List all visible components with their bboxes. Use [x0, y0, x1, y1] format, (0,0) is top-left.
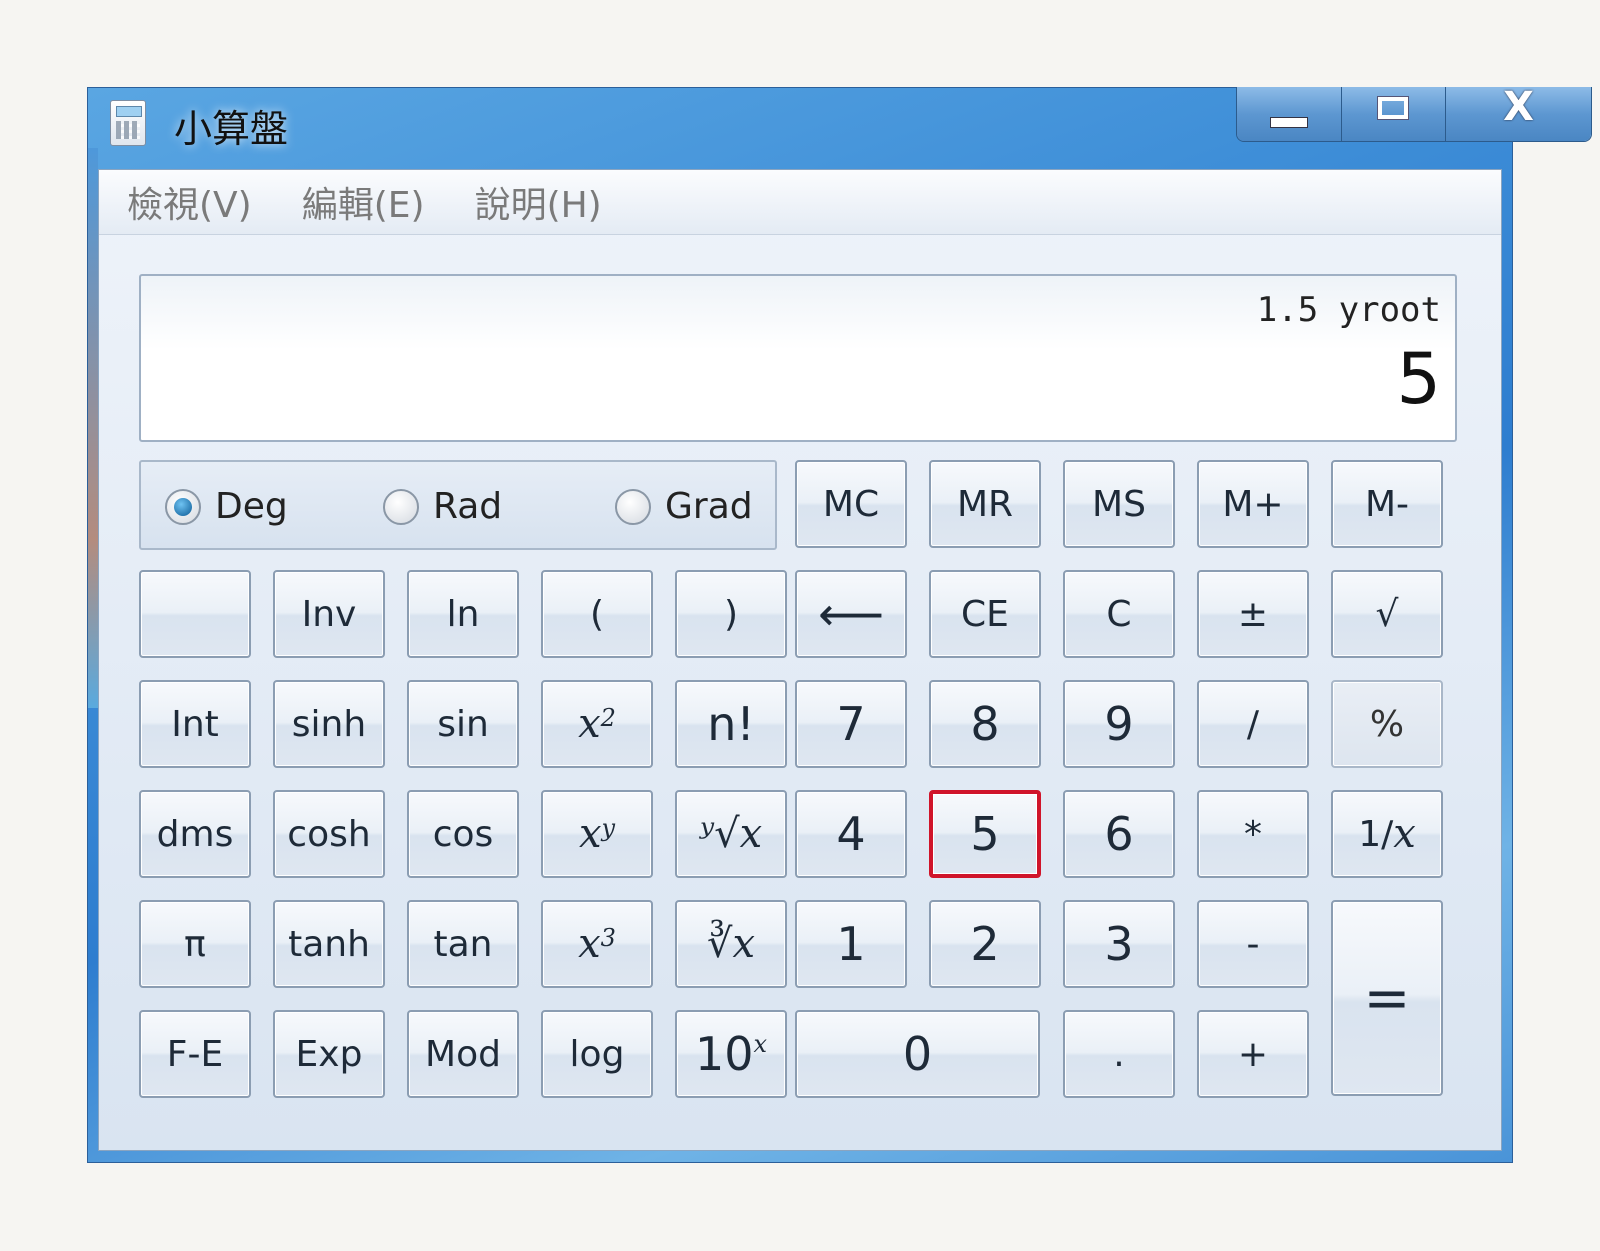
expression-display: 1.5 yroot — [1256, 290, 1441, 330]
mr-button[interactable]: MR — [929, 460, 1041, 548]
sin-button[interactable]: sin — [407, 680, 519, 768]
subtract-button[interactable]: - — [1197, 900, 1309, 988]
ln-button[interactable]: ln — [407, 570, 519, 658]
radio-grad-label: Grad — [665, 486, 753, 527]
radio-grad[interactable]: Grad — [615, 486, 753, 527]
calculator-icon — [110, 100, 146, 146]
exponent-2: 2 — [600, 704, 616, 732]
dms-button[interactable]: dms — [139, 790, 251, 878]
radio-empty-icon — [383, 488, 419, 525]
pi-button[interactable]: π — [139, 900, 251, 988]
decimal-button[interactable]: . — [1063, 1010, 1175, 1098]
reciprocal-button[interactable]: 1/x — [1331, 790, 1443, 878]
digit-6-button[interactable]: 6 — [1063, 790, 1175, 878]
radio-deg[interactable]: Deg — [165, 486, 288, 527]
sinh-button[interactable]: sinh — [273, 680, 385, 768]
menu-help[interactable]: 說明(H) — [475, 176, 602, 228]
m-plus-button[interactable]: M+ — [1197, 460, 1309, 548]
cosh-button[interactable]: cosh — [273, 790, 385, 878]
tanh-button[interactable]: tanh — [273, 900, 385, 988]
menu-bar: 檢視(V) 編輯(E) 說明(H) — [99, 170, 1501, 235]
client-area: 檢視(V) 編輯(E) 說明(H) 1.5 yroot 5 Deg Rad Gr… — [98, 169, 1502, 1151]
percent-button[interactable]: % — [1331, 680, 1443, 768]
close-icon: X — [1503, 87, 1534, 130]
add-button[interactable]: + — [1197, 1010, 1309, 1098]
open-paren-button[interactable]: ( — [541, 570, 653, 658]
digit-0-button[interactable]: 0 — [795, 1010, 1040, 1098]
ce-button[interactable]: CE — [929, 570, 1041, 658]
ms-button[interactable]: MS — [1063, 460, 1175, 548]
plus-minus-button[interactable]: ± — [1197, 570, 1309, 658]
mc-button[interactable]: MC — [795, 460, 907, 548]
x-symbol: x — [732, 921, 756, 967]
sqrt-button[interactable]: √ — [1331, 570, 1443, 658]
maximize-icon — [1377, 96, 1410, 120]
ten-power-x-button[interactable]: 10 x — [675, 1010, 787, 1098]
digit-8-button[interactable]: 8 — [929, 680, 1041, 768]
blank-button[interactable] — [139, 570, 251, 658]
c-button[interactable]: C — [1063, 570, 1175, 658]
exp-button[interactable]: Exp — [273, 1010, 385, 1098]
backspace-button[interactable]: ⟵ — [795, 570, 907, 658]
exponent-y: y — [601, 814, 616, 842]
exponent-x: x — [753, 1030, 768, 1058]
digit-1-button[interactable]: 1 — [795, 900, 907, 988]
digit-3-button[interactable]: 3 — [1063, 900, 1175, 988]
ten-symbol: 10 — [694, 1027, 754, 1081]
close-paren-button[interactable]: ) — [675, 570, 787, 658]
cos-button[interactable]: cos — [407, 790, 519, 878]
minimize-icon — [1269, 116, 1308, 128]
tan-button[interactable]: tan — [407, 900, 519, 988]
maximize-button[interactable] — [1341, 87, 1447, 141]
x-symbol: x — [578, 921, 601, 967]
y-root-x-button[interactable]: ʸ√ x — [675, 790, 787, 878]
digit-5-button[interactable]: 5 — [929, 790, 1041, 878]
radio-empty-icon — [615, 488, 651, 525]
mod-button[interactable]: Mod — [407, 1010, 519, 1098]
x-squared-button[interactable]: x2 — [541, 680, 653, 768]
digit-7-button[interactable]: 7 — [795, 680, 907, 768]
window-title: 小算盤 — [174, 107, 289, 151]
one-over-symbol: 1/ — [1358, 813, 1394, 855]
x-symbol: x — [578, 701, 601, 747]
factorial-button[interactable]: n! — [675, 680, 787, 768]
radio-rad-label: Rad — [433, 486, 503, 527]
x-symbol: x — [1393, 811, 1416, 857]
exponent-3: 3 — [600, 924, 616, 952]
cube-root-symbol: ∛ — [706, 921, 733, 967]
x-symbol: x — [739, 811, 763, 857]
value-display: 5 — [1396, 338, 1441, 420]
menu-view[interactable]: 檢視(V) — [127, 176, 252, 228]
log-button[interactable]: log — [541, 1010, 653, 1098]
menu-edit[interactable]: 編輯(E) — [302, 176, 425, 228]
cube-root-button[interactable]: ∛ x — [675, 900, 787, 988]
equals-button[interactable]: = — [1331, 900, 1443, 1096]
radio-deg-label: Deg — [215, 486, 288, 527]
m-minus-button[interactable]: M- — [1331, 460, 1443, 548]
digit-4-button[interactable]: 4 — [795, 790, 907, 878]
backspace-arrow-icon: ⟵ — [818, 587, 884, 641]
radio-rad[interactable]: Rad — [383, 486, 502, 527]
digit-9-button[interactable]: 9 — [1063, 680, 1175, 768]
close-button[interactable]: X — [1446, 87, 1591, 141]
caption-buttons: X — [1236, 87, 1592, 142]
int-button[interactable]: Int — [139, 680, 251, 768]
x-cubed-button[interactable]: x3 — [541, 900, 653, 988]
inv-button[interactable]: Inv — [273, 570, 385, 658]
minimize-button[interactable] — [1237, 87, 1342, 141]
calculator-window: 小算盤 X 檢視(V) 編輯(E) 說明(H) 1.5 yroot 5 Deg … — [87, 87, 1592, 1163]
fe-button[interactable]: F-E — [139, 1010, 251, 1098]
radio-selected-icon — [165, 488, 201, 525]
x-power-y-button[interactable]: xy — [541, 790, 653, 878]
multiply-button[interactable]: * — [1197, 790, 1309, 878]
y-root-symbol: ʸ√ — [699, 811, 740, 857]
title-bar[interactable]: 小算盤 X — [88, 87, 1592, 168]
digit-2-button[interactable]: 2 — [929, 900, 1041, 988]
divide-button[interactable]: / — [1197, 680, 1309, 768]
x-symbol: x — [578, 811, 602, 857]
angle-mode-group: Deg Rad Grad — [139, 460, 777, 550]
result-display: 1.5 yroot 5 — [139, 274, 1457, 442]
